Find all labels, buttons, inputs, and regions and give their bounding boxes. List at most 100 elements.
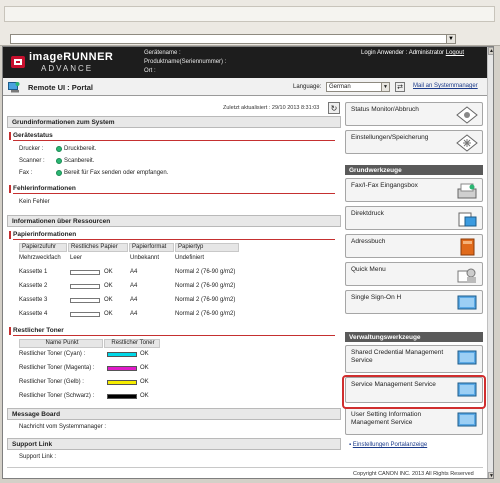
system-info-section: Grundinformationen zum System xyxy=(7,116,341,128)
address-dropdown-icon[interactable]: ▼ xyxy=(446,35,455,43)
toner-magenta-bar xyxy=(107,366,137,371)
toner-cyan-label: Restlicher Toner (Cyan) : xyxy=(19,351,86,357)
language-apply-icon[interactable]: ⇄ xyxy=(395,82,405,92)
fax-label: Fax : xyxy=(19,170,33,176)
paper-remaining: OK xyxy=(104,297,113,303)
toner-black-bar xyxy=(107,394,137,399)
address-book-button[interactable]: Adressbuch xyxy=(345,234,483,258)
shared-credential-label: Shared Credential Management Service xyxy=(351,349,444,364)
browser-toolbar xyxy=(4,6,495,22)
page-viewport: imageRUNNER ADVANCE Gerätename : Produkt… xyxy=(2,46,494,479)
support-link-text: Support Link : xyxy=(19,454,57,460)
language-select[interactable]: German ▼ xyxy=(326,82,390,92)
message-board-section: Message Board xyxy=(7,408,341,420)
paper-level-bar xyxy=(70,270,100,275)
settings-button[interactable]: Einstellungen/Speicherung xyxy=(345,130,483,154)
paper-source: Kassette 2 xyxy=(19,283,48,289)
paper-type: Normal 2 (76-90 g/m2) xyxy=(175,297,236,303)
toner-black-status: OK xyxy=(140,393,149,399)
refresh-icon[interactable]: ↻ xyxy=(328,102,340,114)
toner-yellow-label: Restlicher Toner (Gelb) : xyxy=(19,379,84,385)
toner-yellow-status: OK xyxy=(140,379,149,385)
error-value: Kein Fehler xyxy=(19,199,50,205)
paper-remaining: OK xyxy=(104,269,113,275)
paper-col-source: Papierzufuhr xyxy=(19,243,67,252)
quick-menu-label: Quick Menu xyxy=(351,266,386,273)
vertical-scrollbar[interactable]: ▲ ▼ xyxy=(487,47,493,478)
paper-source: Mehrzweckfach xyxy=(19,255,61,261)
paper-level-bar xyxy=(70,298,100,303)
fax-icon xyxy=(457,183,477,199)
quick-menu-button[interactable]: Quick Menu xyxy=(345,262,483,286)
scroll-up-icon[interactable]: ▲ xyxy=(488,47,493,55)
fax-inbox-button[interactable]: Fax/I-Fax Eingangsbox xyxy=(345,178,483,202)
page-title: Remote UI : Portal xyxy=(28,83,94,92)
address-book-label: Adressbuch xyxy=(351,238,386,245)
portal-settings-link[interactable]: ▪ Einstellungen Portalanzeige xyxy=(349,442,427,448)
shared-credential-button[interactable]: Shared Credential Management Service xyxy=(345,345,483,373)
quick-menu-icon xyxy=(457,268,476,283)
location-label: Ort : xyxy=(144,68,156,74)
toner-yellow-bar xyxy=(107,380,137,385)
toner-black-label: Restlicher Toner (Schwarz) : xyxy=(19,393,95,399)
login-user: Login Anwender : Administrator xyxy=(361,50,445,56)
direct-print-icon xyxy=(458,212,477,227)
user-setting-icon xyxy=(457,412,477,427)
brand-subname: ADVANCE xyxy=(41,64,94,73)
language-label: Language: xyxy=(293,84,322,90)
language-value: German xyxy=(329,84,351,90)
paper-level-bar xyxy=(70,312,100,317)
device-name-label: Gerätename : xyxy=(144,50,181,56)
paper-format: A4 xyxy=(130,297,138,303)
paper-type: Normal 2 (76-90 g/m2) xyxy=(175,283,236,289)
browser-chrome: ▼ xyxy=(0,0,500,46)
portal-settings-label: Einstellungen Portalanzeige xyxy=(352,442,428,448)
resources-section: Informationen über Ressourcen xyxy=(7,215,341,227)
product-name-label: Produktname(Seriennummer) : xyxy=(144,59,227,65)
support-link-section: Support Link xyxy=(7,438,341,450)
admin-tools-section: Verwaltungswerkzeuge xyxy=(345,332,483,342)
single-sign-on-label: Single Sign-On H xyxy=(351,294,402,301)
title-bar: Remote UI : Portal Language: German ▼ ⇄ … xyxy=(3,78,487,96)
message-text: Nachricht vom Systemmanager : xyxy=(19,424,107,430)
chevron-down-icon[interactable]: ▼ xyxy=(381,83,389,91)
paper-level-bar xyxy=(70,284,100,289)
paper-source: Kassette 4 xyxy=(19,311,48,317)
fax-status: Bereit für Fax senden oder empfangen. xyxy=(64,170,169,176)
toner-col-name: Name Punkt xyxy=(19,339,103,348)
credential-service-icon xyxy=(457,350,477,365)
scanner-status: Scanbereit. xyxy=(64,158,95,164)
error-info-heading: Fehlerinformationen xyxy=(9,184,335,194)
gear-icon xyxy=(456,134,478,152)
settings-label: Einstellungen/Speicherung xyxy=(351,134,429,141)
paper-remaining: OK xyxy=(104,311,113,317)
user-setting-label: User Setting Information Management Serv… xyxy=(351,411,422,426)
toner-col-remaining: Restlicher Toner xyxy=(104,339,160,348)
mail-admin-link[interactable]: Mail an Systemmanager xyxy=(413,83,478,89)
paper-col-remaining: Restliches Papier xyxy=(68,243,128,252)
brand-name: imageRUNNER xyxy=(29,51,114,63)
last-updated: Zuletzt aktualisiert : 29/10 2013 8:31:0… xyxy=(223,105,320,111)
paper-source: Kassette 1 xyxy=(19,269,48,275)
printer-status-icon xyxy=(56,146,62,152)
printer-status: Druckbereit. xyxy=(64,146,97,152)
direct-print-label: Direktdruck xyxy=(351,210,384,217)
direct-print-button[interactable]: Direktdruck xyxy=(345,206,483,230)
paper-remaining: Leer xyxy=(70,255,83,261)
fax-inbox-label: Fax/I-Fax Eingangsbox xyxy=(351,182,418,189)
user-setting-button[interactable]: User Setting Information Management Serv… xyxy=(345,407,483,435)
paper-col-type: Papiertyp xyxy=(175,243,239,252)
fax-status-icon xyxy=(56,170,62,176)
scanner-status-icon xyxy=(56,158,62,164)
toner-heading: Restlicher Toner xyxy=(9,326,335,336)
scroll-down-icon[interactable]: ▼ xyxy=(488,472,493,478)
toner-cyan-bar xyxy=(107,352,137,357)
printer-label: Drucker : xyxy=(19,146,44,152)
toner-cyan-status: OK xyxy=(140,351,149,357)
logout-link[interactable]: Logout xyxy=(446,50,464,56)
single-sign-on-button[interactable]: Single Sign-On H xyxy=(345,290,483,314)
basic-tools-section: Grundwerkzeuge xyxy=(345,165,483,175)
login-info: Login Anwender : Administrator Logout xyxy=(361,50,464,56)
status-monitor-button[interactable]: Status Monitor/Abbruch xyxy=(345,102,483,126)
address-bar[interactable] xyxy=(10,34,456,44)
